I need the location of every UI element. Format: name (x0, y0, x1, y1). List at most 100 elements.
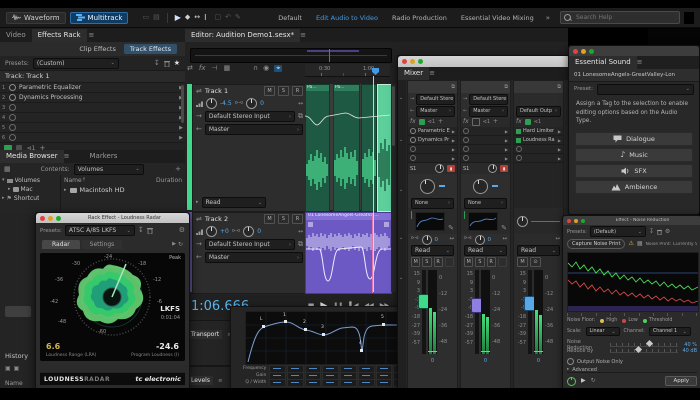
music-clip[interactable]: 01 LonesomeAngels-GreatVal... (305, 212, 392, 294)
track-drag-icon[interactable]: ⇌ (196, 88, 202, 95)
monitor-input-icon[interactable]: ⧉ (298, 241, 303, 248)
delete-preset-icon[interactable] (164, 60, 170, 67)
slot-power-icon[interactable] (9, 114, 16, 121)
panel-menu-icon[interactable]: ≡ (300, 32, 306, 39)
strip-fx-slot[interactable]: Dynamics Pr▶ (408, 136, 457, 145)
tree-item-volumes[interactable]: ▾ Volumes (2, 176, 58, 185)
fader-value[interactable]: 0 (484, 358, 487, 364)
strip-fx-slot[interactable]: ▶ (461, 145, 510, 154)
solo-button[interactable]: S (278, 86, 289, 96)
collapse-fader-icon[interactable]: ⌄ (399, 276, 403, 281)
tab-settings[interactable]: Settings (82, 240, 123, 249)
eq-point-label[interactable]: 4 (359, 341, 362, 346)
tab-effects-rack[interactable]: Effects Rack (32, 29, 87, 42)
premix-icon[interactable]: ⊲1 (428, 120, 435, 125)
output-noise-only-checkbox[interactable] (567, 358, 574, 365)
strip-fx-slot[interactable]: Loudness Ra▶ (514, 136, 563, 145)
slot-power-icon[interactable] (9, 104, 16, 111)
multitrack-button[interactable]: Multitrack (70, 12, 129, 24)
stereo-width-icon[interactable]: ↔ (502, 237, 507, 243)
stereo-width-icon[interactable]: ↔ (298, 229, 303, 235)
tab-essential-sound[interactable]: Essential Sound (569, 56, 637, 69)
track1-name[interactable]: Track 1 (205, 87, 228, 95)
timeline-overview[interactable] (190, 48, 392, 63)
eq-point-label[interactable]: L (260, 317, 263, 322)
mute-button[interactable]: M (411, 257, 420, 267)
volume-envelope[interactable] (305, 98, 390, 138)
pan-value[interactable]: 0 (488, 237, 492, 243)
track1-automation-dropdown[interactable]: Read⌄ (202, 197, 266, 208)
automation-mode-dropdown[interactable]: Read⌄ (411, 245, 454, 256)
zoom-icon[interactable] (581, 219, 585, 223)
effect-slot[interactable]: 3 ▶ (0, 103, 185, 113)
tab-radar[interactable]: Radar (42, 240, 80, 249)
clip-volume-envelope[interactable] (306, 221, 391, 291)
undo-icon[interactable]: ↶ (225, 14, 231, 21)
add-media-icon[interactable]: + (175, 166, 181, 173)
close-icon[interactable] (567, 219, 571, 223)
nr-slider2-value[interactable]: 40 dB (681, 348, 697, 354)
track1-output-dropdown[interactable]: Master› (205, 124, 303, 135)
effect-slot[interactable]: 2 Dynamics Processing ▶ (0, 93, 185, 103)
slot-power-icon[interactable] (410, 146, 416, 152)
strip-output-dropdown[interactable]: Master› (416, 106, 455, 117)
minimize-icon[interactable] (410, 59, 415, 64)
noise-reduction-titlebar[interactable]: Effect - Noise Reduction (563, 216, 700, 225)
minimize-icon[interactable] (574, 219, 578, 223)
tab-transport[interactable]: Transport (188, 330, 222, 339)
mute-button[interactable]: M (264, 86, 275, 96)
strip-detach-icon[interactable]: ⧉ (504, 85, 508, 90)
slot-power-icon[interactable] (9, 124, 16, 131)
record-arm-button[interactable]: R (434, 257, 443, 267)
slot-power-icon[interactable] (9, 84, 16, 91)
record-arm-button[interactable]: R (292, 86, 303, 96)
mono-button[interactable]: ⊙ (530, 257, 541, 267)
metronome-icon[interactable]: ▦ (224, 65, 231, 72)
disclosure-icon[interactable]: ▾ (2, 178, 5, 183)
eq-thumbnail[interactable] (415, 212, 445, 231)
tab-mixer[interactable]: Mixer (398, 67, 429, 80)
workspace-edit-audio-to-video[interactable]: Edit Audio to Video (316, 14, 378, 22)
nr-preset-dropdown[interactable]: (Default)⌄ (590, 226, 646, 237)
tag-ambience-button[interactable]: Ambience (575, 180, 693, 194)
fx-icon[interactable]: fx (199, 65, 206, 72)
tag-sfx-button[interactable]: SFX (575, 164, 693, 178)
editor-scrollbar[interactable] (391, 84, 396, 292)
fader-value[interactable]: 0 (431, 358, 434, 364)
slot-power-icon[interactable] (410, 137, 416, 143)
collapse-eq-icon[interactable]: ⌄ (399, 236, 403, 241)
track1-input-dropdown[interactable]: Default Stereo Input› (205, 111, 295, 122)
track2-input-dropdown[interactable]: Default Stereo Input› (205, 239, 295, 250)
tab-levels[interactable]: Levels (188, 376, 213, 385)
workspace-essential-video-mixing[interactable]: Essential Video Mixing (461, 14, 534, 22)
contents-dropdown[interactable]: Volumes⌄ (74, 164, 144, 175)
track2-volume-value[interactable]: +0 (220, 228, 229, 235)
track2-pan-value[interactable]: 0 (257, 228, 261, 235)
strip-input-dropdown[interactable]: Default Stere› (469, 94, 508, 105)
track1-volume-value[interactable]: -4.5 (220, 100, 232, 107)
noise-reduction-slider[interactable] (610, 343, 678, 347)
slot-power-icon[interactable] (463, 155, 469, 161)
minimize-icon[interactable] (581, 49, 586, 54)
radar-window-titlebar[interactable]: Rack Effect - Loudness Radar (36, 213, 189, 223)
zoom-icon[interactable] (589, 49, 594, 54)
send-assign-dropdown[interactable]: None› (464, 198, 507, 209)
close-icon[interactable] (573, 49, 578, 54)
send-knob-mini[interactable] (488, 164, 497, 173)
scale-dropdown[interactable]: Linear⌄ (586, 327, 620, 336)
strip-input-dropdown[interactable]: Default Stere› (416, 94, 455, 105)
settings-gear-icon[interactable]: ⚙ (179, 227, 185, 234)
send-level-knob[interactable] (420, 179, 435, 194)
premix-icon[interactable]: ⊲1 (483, 120, 490, 125)
slot-power-icon[interactable] (516, 155, 522, 161)
reduce-by-slider[interactable] (610, 349, 678, 353)
workspace-radio-production[interactable]: Radio Production (392, 14, 447, 22)
pencil-tool-icon[interactable]: ✎ (235, 14, 241, 21)
channel-dropdown[interactable]: Channel 1⌄ (649, 327, 691, 336)
strip-output-dropdown[interactable]: Default Outp› (516, 106, 561, 117)
favorite-star-icon[interactable]: ★ (174, 60, 180, 67)
eq-point-label[interactable]: 1 (283, 313, 286, 318)
marquee-tool-icon[interactable]: ▢ (215, 14, 222, 21)
effect-slot[interactable]: 6 ▶ (0, 133, 185, 143)
delete-preset-icon[interactable] (657, 229, 662, 235)
